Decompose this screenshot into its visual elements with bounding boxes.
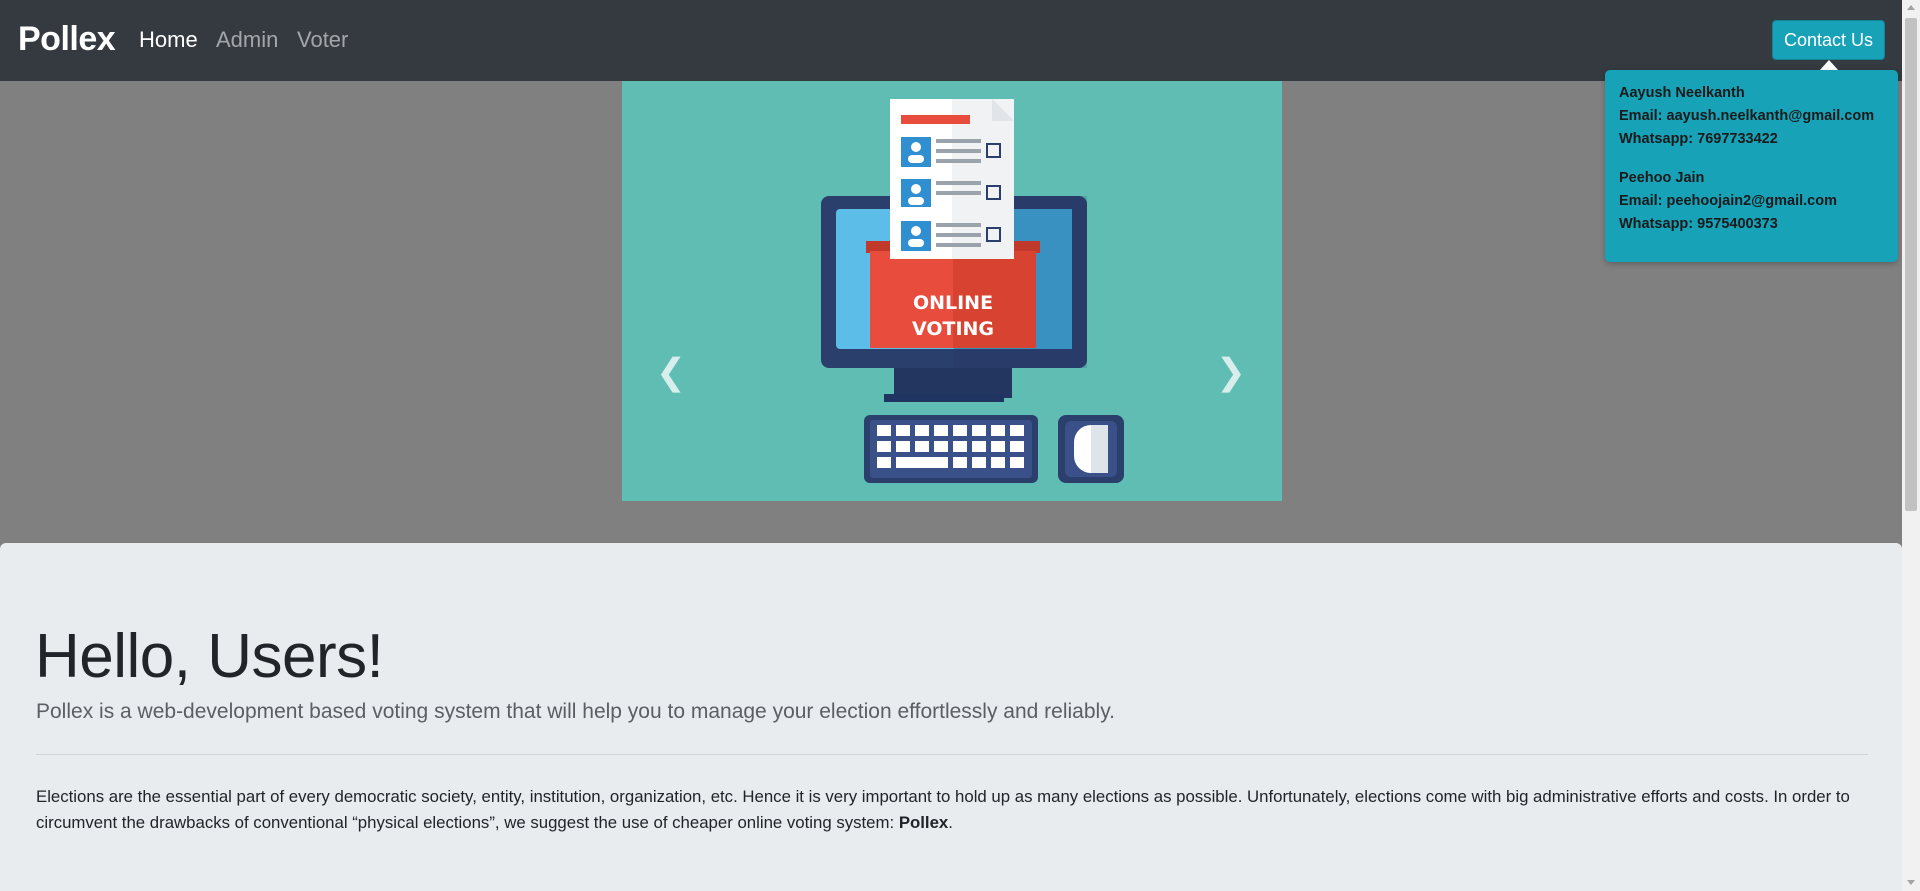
intro-paragraph: Elections are the essential part of ever… (36, 784, 1866, 836)
online-voting-illustration: ONLINE VOTING (821, 99, 1124, 483)
chevron-left-icon: ❮ (655, 351, 687, 392)
keyboard-spacebar (896, 457, 948, 468)
keyboard-key (915, 425, 929, 436)
nav-home-link[interactable]: Home (139, 27, 198, 53)
scroll-up-arrow-icon[interactable] (1907, 5, 1915, 10)
keyboard-key (877, 441, 891, 452)
image-carousel: ONLINE VOTING ❮ ❯ (622, 81, 1282, 501)
contact-1-whatsapp: Whatsapp: 7697733422 (1619, 131, 1778, 147)
keyboard-key (991, 457, 1005, 468)
keyboard-key (896, 441, 910, 452)
navbar: Pollex Home Admin Voter Contact Us (0, 0, 1902, 81)
intro-paragraph-brand: Pollex (898, 813, 949, 832)
keyboard-key (934, 441, 948, 452)
keyboard-key (953, 457, 967, 468)
keyboard-key (953, 425, 967, 436)
intro-paragraph-end: . (948, 813, 953, 832)
carousel-prev-control[interactable]: ❮ (656, 351, 686, 393)
brand-logo[interactable]: Pollex (18, 20, 116, 59)
contact-us-button[interactable]: Contact Us (1772, 20, 1885, 60)
contact-2-whatsapp: Whatsapp: 9575400373 (1619, 216, 1778, 232)
lead-text: Pollex is a web-development based voting… (36, 700, 1115, 723)
scroll-down-arrow-icon[interactable] (1907, 880, 1915, 885)
keyboard-key (1010, 457, 1024, 468)
keyboard-key (991, 441, 1005, 452)
keyboard-key (915, 441, 929, 452)
contact-1-email: Email: aayush.neelkanth@gmail.com (1619, 108, 1875, 124)
keyboard-key (972, 441, 986, 452)
slide-text-line2: VOTING (912, 318, 994, 340)
keyboard-key (972, 457, 986, 468)
hero-title: Hello, Users! (35, 622, 384, 691)
scrollbar-thumb[interactable] (1905, 18, 1917, 511)
carousel-next-control[interactable]: ❯ (1216, 351, 1246, 393)
keyboard-key (877, 425, 891, 436)
contact-1-name: Aayush Neelkanth (1619, 85, 1745, 101)
keyboard-key (896, 425, 910, 436)
keyboard-key (877, 457, 891, 468)
contact-popover: Aayush Neelkanth Email: aayush.neelkanth… (1605, 70, 1898, 262)
nav-voter-link[interactable]: Voter (297, 27, 348, 53)
mouse-icon (1058, 415, 1124, 483)
keyboard-key (991, 425, 1005, 436)
contact-2-name: Peehoo Jain (1619, 170, 1705, 186)
divider (36, 754, 1868, 755)
jumbotron: Hello, Users! Pollex is a web-developmen… (0, 543, 1902, 891)
keyboard-key (1010, 441, 1024, 452)
slide-text-line1: ONLINE (913, 292, 993, 314)
keyboard-key (1010, 425, 1024, 436)
chevron-right-icon: ❯ (1215, 351, 1247, 392)
page-scrollbar[interactable] (1902, 0, 1920, 891)
keyboard-key (953, 441, 967, 452)
keyboard-key (934, 425, 948, 436)
contact-2-email: Email: peehoojain2@gmail.com (1619, 193, 1837, 209)
keyboard-key (972, 425, 986, 436)
nav-admin-link[interactable]: Admin (216, 27, 278, 53)
